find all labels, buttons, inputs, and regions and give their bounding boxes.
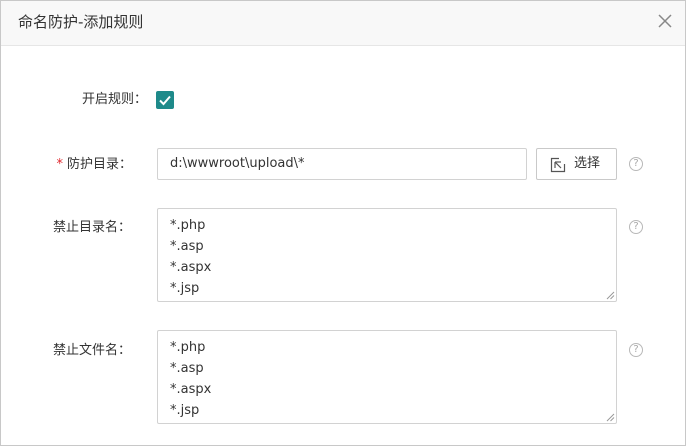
- protect-dir-label-text: 防护目录：: [66, 157, 132, 172]
- forbid-dir-names-label: 禁止目录名：: [52, 220, 131, 235]
- textarea-line: *.asp: [170, 361, 204, 376]
- resize-grip-icon[interactable]: [606, 291, 615, 300]
- forbid-file-names-textarea[interactable]: *.php *.asp *.aspx *.jsp: [157, 330, 617, 424]
- add-rule-dialog: 命名防护-添加规则 开启规则： * 防护目录： d:\wwwroot\upload…: [0, 0, 686, 446]
- textarea-line: *.aspx: [170, 260, 212, 275]
- textarea-line: *.aspx: [170, 382, 212, 397]
- select-button[interactable]: 选择: [536, 148, 617, 180]
- help-icon[interactable]: ?: [629, 343, 643, 357]
- textarea-line: *.php: [170, 218, 206, 233]
- forbid-dir-names-textarea[interactable]: *.php *.asp *.aspx *.jsp: [157, 208, 617, 302]
- help-icon[interactable]: ?: [629, 157, 643, 171]
- protect-dir-input[interactable]: d:\wwwroot\upload\*: [157, 148, 527, 180]
- dialog-header: 命名防护-添加规则: [1, 1, 685, 46]
- select-folder-icon: [550, 157, 566, 177]
- select-button-label: 选择: [574, 156, 601, 171]
- close-button[interactable]: [655, 11, 675, 31]
- enable-rule-label: 开启规则：: [81, 92, 147, 107]
- textarea-line: *.asp: [170, 239, 204, 254]
- forbid-file-names-label: 禁止文件名：: [52, 343, 131, 358]
- required-mark: *: [56, 157, 63, 172]
- resize-grip-icon[interactable]: [606, 413, 615, 422]
- protect-dir-label: * 防护目录：: [0, 156, 132, 174]
- textarea-line: *.php: [170, 340, 206, 355]
- checkmark-icon: [159, 95, 171, 106]
- help-icon[interactable]: ?: [629, 220, 643, 234]
- enable-rule-checkbox[interactable]: [156, 91, 174, 109]
- close-icon: [658, 14, 672, 28]
- textarea-line: *.jsp: [170, 281, 200, 296]
- textarea-line: *.jsp: [170, 403, 200, 418]
- dialog-title: 命名防护-添加规则: [18, 13, 144, 31]
